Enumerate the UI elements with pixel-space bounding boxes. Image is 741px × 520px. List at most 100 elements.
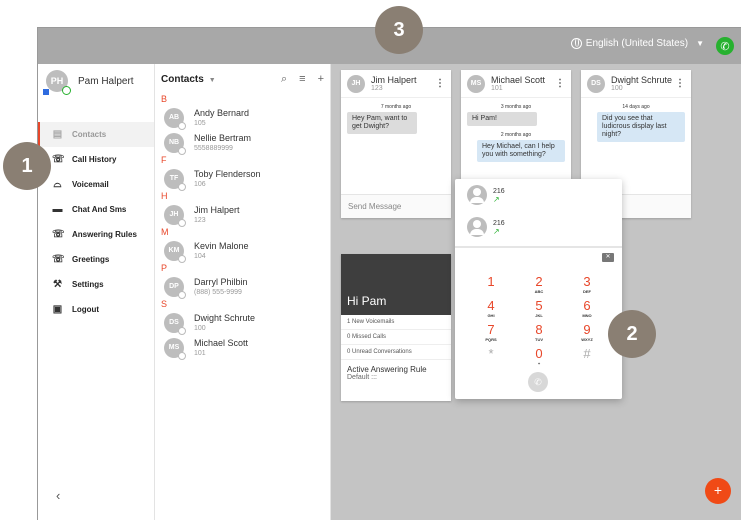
user-profile[interactable]: PH Pam Halpert <box>43 70 134 95</box>
missed-calls-count[interactable]: 0 Missed Calls <box>341 330 451 345</box>
contact-row[interactable]: MS Michael Scott 101 <box>155 335 330 360</box>
keypad-key[interactable]: # <box>563 347 611 368</box>
card-header: JH Jim Halpert 123 ⋮ <box>341 70 451 98</box>
contact-row[interactable]: AB Andy Bernard 105 <box>155 105 330 130</box>
language-selector[interactable]: English (United States) ▼ <box>570 38 704 49</box>
card-contact-number: 123 <box>371 84 383 92</box>
sidebar-item-label: Chat And Sms <box>72 205 127 214</box>
keypad-key[interactable]: 2 ABC <box>515 275 563 296</box>
avatar: JH <box>164 204 186 227</box>
search-icon[interactable]: ⌕ <box>281 73 287 86</box>
more-options-icon[interactable]: ⋮ <box>675 78 685 89</box>
contact-row[interactable]: KM Kevin Malone 104 <box>155 238 330 263</box>
avatar: TF <box>164 168 186 191</box>
recent-call-row[interactable]: 216 ↗ <box>455 179 622 211</box>
sidebar-item-settings[interactable]: ⚒ Settings <box>38 272 154 297</box>
key-digit: 3 <box>583 274 591 289</box>
answering-rule-value[interactable]: Default ::: <box>341 374 451 381</box>
sort-icon[interactable]: ≡ <box>299 73 305 86</box>
contacts-letter-header: M <box>161 227 169 237</box>
message-bubble: Did you see that ludicrous display last … <box>597 112 685 142</box>
outgoing-call-icon: ↗ <box>493 226 500 236</box>
contact-row[interactable]: TF Toby Flenderson 106 <box>155 166 330 191</box>
avatar-initials: AB <box>168 114 180 121</box>
conversation-card[interactable]: JH Jim Halpert 123 ⋮ 7 months ago Hey Pam… <box>341 70 451 218</box>
contact-number: 100 <box>194 324 206 332</box>
keypad-key[interactable]: 0 + <box>515 347 563 368</box>
avatar <box>467 185 487 205</box>
key-digit: # <box>583 346 591 361</box>
chevron-down-icon: ▼ <box>208 76 216 84</box>
key-digit: 5 <box>535 298 543 313</box>
sidebar-nav: ▤ Contacts ☏ Call History ⌓ Voicemail ▬ Chat An… <box>38 122 154 322</box>
more-options-icon[interactable]: ⋮ <box>435 78 445 89</box>
callout-1: 1 <box>3 142 51 190</box>
contacts-toolbar: ⌕ ≡ + <box>281 73 324 86</box>
callout-3: 3 <box>375 6 423 54</box>
keypad-key[interactable]: 7 PQRS <box>467 323 515 344</box>
key-digit: 1 <box>487 274 495 289</box>
backspace-icon[interactable]: ✕ <box>602 253 614 262</box>
answering-rule-label: Active Answering Rule <box>347 365 427 374</box>
keypad-key[interactable]: 5 JKL <box>515 299 563 320</box>
keypad-key[interactable]: 8 TUV <box>515 323 563 344</box>
key-digit: 9 <box>583 322 591 337</box>
keypad-key[interactable]: * <box>467 347 515 368</box>
sidebar-item-contacts[interactable]: ▤ Contacts <box>38 122 154 147</box>
contact-row[interactable]: DP Darryl Philbin (888) 555-9999 <box>155 274 330 299</box>
contact-number: 104 <box>194 252 206 260</box>
unread-conversations-count[interactable]: 0 Unread Conversations <box>341 345 451 360</box>
sidebar-item-answering-rules[interactable]: ☏ Answering Rules <box>38 222 154 247</box>
key-letters: + <box>537 361 541 366</box>
call-button[interactable]: ✆ <box>528 372 548 392</box>
wrench-icon: ⚒ <box>53 279 62 290</box>
avatar-initials: JH <box>169 211 179 218</box>
contact-row[interactable]: JH Jim Halpert 123 <box>155 202 330 227</box>
contact-row[interactable]: NB Nellie Bertram 5558889999 <box>155 130 330 155</box>
card-header: MS Michael Scott 101 ⋮ <box>461 70 571 98</box>
key-digit: 4 <box>487 298 495 313</box>
contact-row[interactable]: DS Dwight Schrute 100 <box>155 310 330 335</box>
key-letters: MNO <box>582 313 592 318</box>
avatar-initials: TF <box>169 175 179 182</box>
more-options-icon[interactable]: ⋮ <box>555 78 565 89</box>
voicemail-count[interactable]: 1 New Voicemails <box>341 315 451 330</box>
collapse-sidebar-icon[interactable]: ‹ <box>56 488 60 503</box>
recent-call-row[interactable]: 216 ↗ <box>455 211 622 243</box>
contact-name: Michael Scott <box>194 337 249 348</box>
keypad-key[interactable]: 6 MNO <box>563 299 611 320</box>
sidebar-item-voicemail[interactable]: ⌓ Voicemail <box>38 172 154 197</box>
card-contact-name: Michael Scott <box>491 74 546 85</box>
callout-2: 2 <box>608 310 656 358</box>
call-history-icon: ☏ <box>52 154 65 165</box>
contact-number: 101 <box>194 349 206 357</box>
key-digit: * <box>488 346 494 361</box>
sidebar-item-chat-and-sms[interactable]: ▬ Chat And Sms <box>38 197 154 222</box>
avatar: KM <box>164 240 186 263</box>
contacts-title[interactable]: Contacts ▼ <box>161 74 216 85</box>
key-letters: WXYZ <box>581 337 593 342</box>
card-contact-number: 101 <box>491 84 503 92</box>
keypad-key[interactable]: 1 <box>467 275 515 296</box>
add-contact-icon[interactable]: + <box>318 73 324 86</box>
app-window: English (United States) ▼ ✆ PH Pam Halpe… <box>37 27 741 520</box>
chat-icon: ▬ <box>52 204 63 215</box>
sidebar-item-logout[interactable]: ▣ Logout <box>38 297 154 322</box>
lock-icon: ▣ <box>52 304 63 315</box>
keypad-key[interactable]: 4 GHI <box>467 299 515 320</box>
key-digit: 7 <box>487 322 495 337</box>
key-digit: 6 <box>583 298 591 313</box>
sidebar-item-call-history[interactable]: ☏ Call History <box>38 147 154 172</box>
dial-input[interactable] <box>455 246 622 248</box>
send-message-input[interactable]: Send Message <box>341 194 451 218</box>
sidebar-item-greetings[interactable]: ☏ Greetings <box>38 247 154 272</box>
keypad-key[interactable]: 3 DEF <box>563 275 611 296</box>
status-icon <box>178 218 186 227</box>
keypad-key[interactable]: 9 WXYZ <box>563 323 611 344</box>
avatar-initials: KM <box>168 247 180 254</box>
message-bubble: Hey Pam, want to get Dwight? <box>347 112 417 134</box>
new-action-button[interactable]: + <box>705 478 731 504</box>
contacts-letter-header: S <box>161 299 168 309</box>
phone-status-button[interactable]: ✆ <box>716 37 734 55</box>
contact-number: (888) 555-9999 <box>194 288 242 296</box>
